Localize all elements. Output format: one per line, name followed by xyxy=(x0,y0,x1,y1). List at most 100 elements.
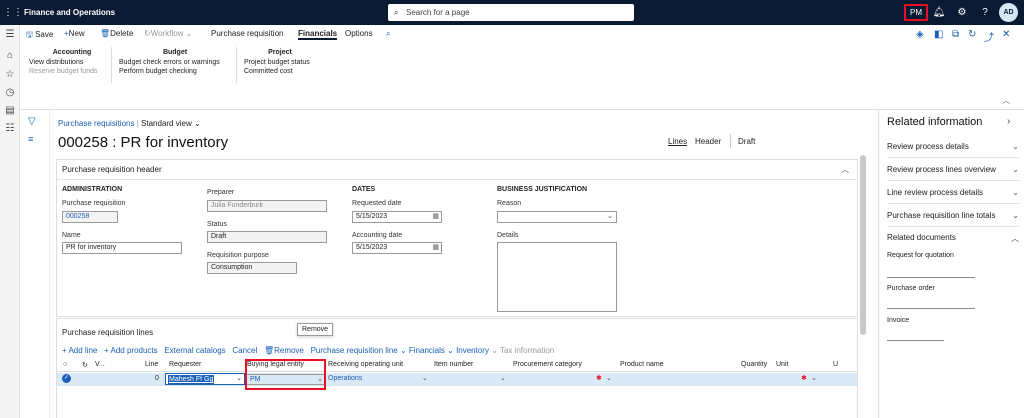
reserve-budget-funds-button[interactable]: Reserve budget funds xyxy=(29,68,115,75)
search-icon[interactable]: ⌕ xyxy=(386,29,390,39)
modules-icon[interactable]: ☷ xyxy=(0,123,20,134)
purchase-requisition-line-menu[interactable]: Purchase requisition line xyxy=(311,346,398,355)
divider xyxy=(887,277,975,278)
workspace-icon[interactable]: ▤ xyxy=(0,105,20,116)
app-launcher-icon[interactable]: ⋮⋮ xyxy=(3,0,23,25)
col-header[interactable]: Item number xyxy=(434,361,473,368)
calendar-icon[interactable]: ▦ xyxy=(432,243,439,253)
search-input[interactable]: ⌕ Search for a page xyxy=(388,4,634,21)
operating-unit-cell[interactable]: Operations xyxy=(328,375,362,382)
list-icon[interactable]: ≡ xyxy=(28,134,33,144)
chevron-right-icon[interactable]: › xyxy=(1007,116,1010,127)
legal-entity-button[interactable]: PM xyxy=(904,4,928,21)
hamburger-icon[interactable]: ☰ xyxy=(0,29,20,40)
reason-dropdown[interactable]: ⌄ xyxy=(497,211,617,223)
table-row[interactable]: ✓ 0 Mahesh Ff Gg ⌄ PM ⌄ Operations ⌄ ⌄ ✱ … xyxy=(57,373,857,386)
close-icon[interactable]: ✕ xyxy=(1002,29,1010,40)
status-field[interactable]: Draft xyxy=(207,231,327,243)
committed-cost-button[interactable]: Committed cost xyxy=(244,68,316,75)
col-header[interactable]: Line xyxy=(145,361,158,368)
col-header[interactable]: Procurement category xyxy=(513,361,582,368)
perform-budget-checking-button[interactable]: Perform budget checking xyxy=(119,68,231,75)
tab-financials[interactable]: Financials xyxy=(298,29,338,40)
requested-date-field[interactable]: 5/15/2023 ▦ xyxy=(352,211,442,223)
power-apps-icon[interactable]: ◈ xyxy=(916,29,924,40)
view-selector[interactable]: Standard view xyxy=(141,119,192,128)
external-catalogs-button[interactable]: External catalogs xyxy=(164,346,225,355)
refresh-icon[interactable]: ↻ xyxy=(968,29,976,40)
pr-label: Purchase requisition xyxy=(62,200,126,207)
requester-value: Mahesh Ff Gg xyxy=(168,375,215,384)
attachments-icon[interactable]: ⧉ xyxy=(952,29,959,40)
financials-menu[interactable]: Financials xyxy=(409,346,445,355)
bell-icon[interactable]: 🔔︎ xyxy=(932,0,946,25)
related-item[interactable]: Review process lines overview ⌄ xyxy=(887,159,1019,181)
tab-options[interactable]: Options xyxy=(345,29,373,38)
delete-button[interactable]: 🗑Delete xyxy=(100,29,133,38)
budget-check-errors-button[interactable]: Budget check errors or warnings xyxy=(119,59,231,66)
chevron-down-icon[interactable]: ⌄ xyxy=(811,374,817,382)
collapse-icon[interactable]: ︿ xyxy=(1002,95,1010,106)
chevron-down-icon[interactable]: ⌄ xyxy=(606,374,612,382)
clock-icon[interactable]: ◷ xyxy=(0,87,20,98)
related-item[interactable]: Purchase requisition line totals ⌄ xyxy=(887,205,1019,227)
preparer-field[interactable]: Julia Funderburk xyxy=(207,200,327,212)
popout-icon[interactable]: ⤴ xyxy=(984,29,994,44)
chevron-down-icon[interactable]: ⌄ xyxy=(422,374,428,382)
save-button[interactable]: 🖫 Save xyxy=(26,29,53,43)
tab-header[interactable]: Header xyxy=(695,137,721,146)
view-distributions-button[interactable]: View distributions xyxy=(29,59,115,66)
chevron-down-icon: ⌄ xyxy=(1012,211,1019,220)
tooltip: Remove xyxy=(297,323,334,336)
related-item[interactable]: Line review process details ⌄ xyxy=(887,182,1019,204)
project-budget-status-button[interactable]: Project budget status xyxy=(244,59,316,66)
breadcrumb-link[interactable]: Purchase requisitions xyxy=(58,119,134,128)
help-icon[interactable]: ? xyxy=(978,0,992,25)
col-header[interactable]: U xyxy=(833,361,838,368)
col-header[interactable]: Receiving operating unit xyxy=(328,361,403,368)
pr-number-field[interactable]: 000258 xyxy=(62,211,118,223)
filter-strip: ▽ ≡ xyxy=(20,110,50,418)
tab-purchase-requisition[interactable]: Purchase requisition xyxy=(211,29,283,38)
related-documents-header[interactable]: Related documents ︿ xyxy=(887,233,1019,243)
workflow-button[interactable]: ↻Workflow ⌄ xyxy=(144,29,192,38)
requested-date-label: Requested date xyxy=(352,200,402,207)
related-docs-label: Related documents xyxy=(887,233,956,242)
accounting-date-value: 5/15/2023 xyxy=(356,244,388,251)
related-item[interactable]: Review process details ⌄ xyxy=(887,136,1019,158)
accounting-date-field[interactable]: 5/15/2023 ▦ xyxy=(352,242,442,254)
name-field[interactable]: PR for inventory xyxy=(62,242,182,254)
col-header[interactable]: Unit xyxy=(776,361,788,368)
add-products-button[interactable]: + Add products xyxy=(104,346,158,355)
requester-field[interactable]: Mahesh Ff Gg ⌄ xyxy=(165,373,245,385)
avatar[interactable]: AD xyxy=(999,3,1018,22)
details-textarea[interactable] xyxy=(497,242,617,312)
tax-information-button[interactable]: Tax information xyxy=(500,346,554,355)
select-all-checkbox[interactable]: ○ xyxy=(63,361,67,368)
col-header[interactable]: Requester xyxy=(169,361,201,368)
tab-lines[interactable]: Lines xyxy=(668,137,687,146)
star-icon[interactable]: ☆ xyxy=(0,69,20,80)
col-header[interactable]: V... xyxy=(95,361,105,368)
scrollbar[interactable] xyxy=(860,155,866,335)
col-header[interactable]: Quantity xyxy=(741,361,767,368)
refresh-icon[interactable]: ↻ xyxy=(82,361,88,369)
home-icon[interactable]: ⌂ xyxy=(0,50,20,61)
remove-button[interactable]: 🗑Remove xyxy=(264,346,304,355)
col-header[interactable]: Product name xyxy=(620,361,664,368)
cancel-button[interactable]: Cancel xyxy=(232,346,257,355)
calendar-icon[interactable]: ▦ xyxy=(432,212,439,222)
gear-icon[interactable]: ⚙ xyxy=(955,0,969,25)
chevron-down-icon[interactable]: ⌄ xyxy=(500,374,506,382)
filter-icon[interactable]: ▽ xyxy=(28,116,36,127)
lines-title[interactable]: Purchase requisition lines xyxy=(62,328,153,337)
office-icon[interactable]: ◧ xyxy=(934,29,943,40)
add-line-button[interactable]: + Add line xyxy=(62,346,97,355)
row-check-icon[interactable]: ✓ xyxy=(62,374,71,383)
inventory-menu[interactable]: Inventory xyxy=(456,346,489,355)
group-accounting: Accounting View distributions Reserve bu… xyxy=(29,49,115,77)
header-card-title[interactable]: Purchase requisition header xyxy=(57,160,857,180)
purpose-field[interactable]: Consumption xyxy=(207,262,297,274)
new-button[interactable]: +New xyxy=(64,29,85,38)
chevron-up-icon[interactable]: ︿ xyxy=(841,164,849,175)
